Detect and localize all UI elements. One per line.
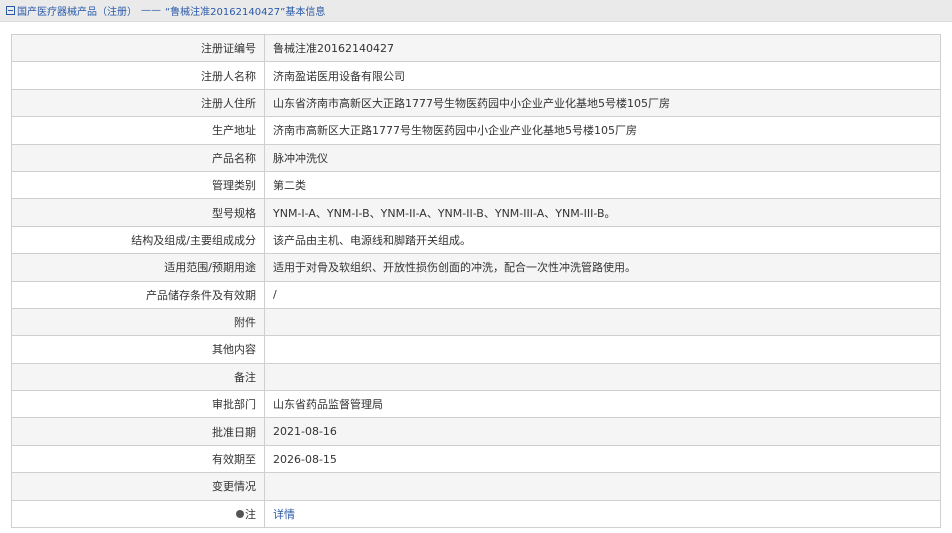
table-row: 适用范围/预期用途 适用于对骨及软组织、开放性损伤创面的冲洗，配合一次性冲洗管路… <box>12 254 940 282</box>
table-row: 注册证编号 鲁械注准20162140427 <box>12 35 940 63</box>
row-value: 适用于对骨及软组织、开放性损伤创面的冲洗，配合一次性冲洗管路使用。 <box>273 261 636 275</box>
row-label: 适用范围/预期用途 <box>12 254 265 281</box>
table-row: 变更情况 <box>12 473 940 501</box>
row-label: 注册人名称 <box>12 62 265 89</box>
note-row: 注 详情 <box>12 500 940 529</box>
row-value: 该产品由主机、电源线和脚踏开关组成。 <box>273 233 471 247</box>
row-value <box>265 364 940 390</box>
details-link[interactable]: 详情 <box>273 506 295 522</box>
row-label: 其他内容 <box>12 336 265 363</box>
table-row: 注册人名称 济南盈诺医用设备有限公司 <box>12 62 940 90</box>
table-row: 型号规格 YNM-I-A、YNM-I-B、YNM-II-A、YNM-II-B、Y… <box>12 199 940 227</box>
row-label: 变更情况 <box>12 473 265 500</box>
table-row: 备注 <box>12 363 940 392</box>
note-label: 注 <box>245 507 256 521</box>
row-label: 备注 <box>12 363 265 391</box>
table-row: 审批部门 山东省药品监督管理局 <box>12 391 940 419</box>
row-value: 2026-08-15 <box>273 452 337 466</box>
row-label: 型号规格 <box>12 199 265 226</box>
table-row: 产品储存条件及有效期 / <box>12 281 940 309</box>
row-label: 产品储存条件及有效期 <box>12 281 265 308</box>
row-value <box>265 336 940 362</box>
table-row: 注册人住所 山东省济南市高新区大正路1777号生物医药园中小企业产业化基地5号楼… <box>12 89 940 118</box>
document-icon <box>6 6 15 15</box>
table-row: 其他内容 <box>12 336 940 364</box>
table-row: 管理类别 第二类 <box>12 171 940 200</box>
row-label: 有效期至 <box>12 445 265 473</box>
row-label: 审批部门 <box>12 391 265 418</box>
row-label: 结构及组成/主要组成成分 <box>12 226 265 254</box>
row-value: 济南盈诺医用设备有限公司 <box>273 69 405 83</box>
row-label: 附件 <box>12 308 265 336</box>
row-label: 注册证编号 <box>12 35 265 62</box>
row-value: 脉冲冲洗仪 <box>273 151 328 165</box>
table-row: 批准日期 2021-08-16 <box>12 418 940 446</box>
row-label: 批准日期 <box>12 418 265 445</box>
breadcrumb-category[interactable]: 国产医疗器械产品（注册） <box>17 3 137 18</box>
table-row: 产品名称 脉冲冲洗仪 <box>12 144 940 172</box>
info-bullet-icon <box>236 509 244 518</box>
row-value <box>265 309 940 335</box>
row-label: 产品名称 <box>12 144 265 171</box>
table-row: 有效期至 2026-08-15 <box>12 445 940 474</box>
breadcrumb-separator: —— <box>141 5 161 16</box>
row-value: 第二类 <box>273 179 306 193</box>
table-row: 结构及组成/主要组成成分 该产品由主机、电源线和脚踏开关组成。 <box>12 226 940 255</box>
detail-table: 注册证编号 鲁械注准20162140427 注册人名称 济南盈诺医用设备有限公司… <box>11 34 941 529</box>
row-value: 济南市高新区大正路1777号生物医药园中小企业产业化基地5号楼105厂房 <box>273 124 637 138</box>
table-row: 生产地址 济南市高新区大正路1777号生物医药园中小企业产业化基地5号楼105厂… <box>12 117 940 145</box>
row-label: 注册人住所 <box>12 89 265 117</box>
note-value: 详情 <box>265 501 940 527</box>
breadcrumb: 国产医疗器械产品（注册） —— “鲁械注准20162140427”基本信息 <box>0 0 952 22</box>
row-label: 管理类别 <box>12 171 265 199</box>
note-label-cell: 注 <box>12 500 265 528</box>
row-value: YNM-I-A、YNM-I-B、YNM-II-A、YNM-II-B、YNM-II… <box>273 206 616 220</box>
row-value <box>265 473 940 499</box>
breadcrumb-current: “鲁械注准20162140427”基本信息 <box>165 7 326 18</box>
row-value: 山东省药品监督管理局 <box>273 398 383 412</box>
row-value: 鲁械注准20162140427 <box>273 42 394 56</box>
row-value: 山东省济南市高新区大正路1777号生物医药园中小企业产业化基地5号楼105厂房 <box>273 96 670 110</box>
row-value: 2021-08-16 <box>273 425 337 439</box>
row-label: 生产地址 <box>12 117 265 144</box>
row-value: / <box>273 288 277 302</box>
table-row: 附件 <box>12 308 940 337</box>
